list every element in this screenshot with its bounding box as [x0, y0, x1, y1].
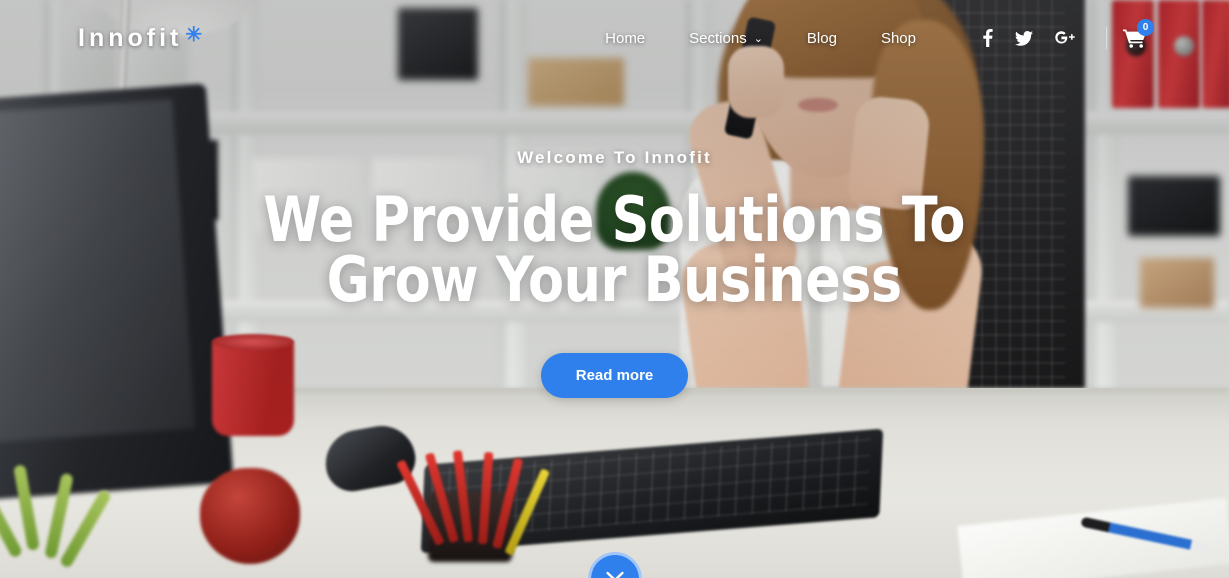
- chevron-down-icon: [605, 571, 624, 578]
- googleplus-icon[interactable]: [1055, 31, 1075, 45]
- nav-item-blog-label: Blog: [806, 29, 837, 47]
- cart-count-badge: 0: [1137, 19, 1154, 36]
- nav-item-shop[interactable]: Shop: [881, 30, 916, 47]
- hero-headline: We Provide Solutions To Grow Your Busine…: [264, 189, 966, 317]
- main-navigation: Home Sections ⌄ Blog Shop 0: [583, 19, 1229, 49]
- hero-headline-line2: Grow Your Business: [326, 243, 903, 317]
- hero-eyebrow: Welcome To Innofit: [517, 148, 712, 167]
- nav-item-sections[interactable]: Sections ⌄: [689, 30, 763, 47]
- facebook-icon[interactable]: [983, 29, 993, 47]
- read-more-button[interactable]: Read more: [540, 353, 689, 399]
- site-logo[interactable]: Innofit ✳: [78, 24, 206, 53]
- nav-item-sections-label: Sections: [689, 29, 747, 47]
- logo-text: Innofit: [78, 23, 183, 52]
- nav-item-home-label: Home: [605, 29, 646, 47]
- logo-star-icon: ✳: [185, 23, 207, 46]
- header-divider: [1106, 27, 1107, 49]
- site-header: Innofit ✳ Home Sections ⌄ Blog Shop 0: [0, 0, 1229, 76]
- hero-section: Innofit ✳ Home Sections ⌄ Blog Shop 0 We…: [0, 0, 1229, 578]
- nav-item-shop-label: Shop: [880, 29, 916, 47]
- social-links: [972, 29, 1086, 47]
- nav-item-blog[interactable]: Blog: [807, 30, 837, 47]
- nav-item-home[interactable]: Home: [605, 30, 645, 47]
- twitter-icon[interactable]: [1015, 30, 1033, 46]
- cart-button[interactable]: 0: [1123, 19, 1154, 48]
- chevron-down-icon: ⌄: [753, 32, 763, 45]
